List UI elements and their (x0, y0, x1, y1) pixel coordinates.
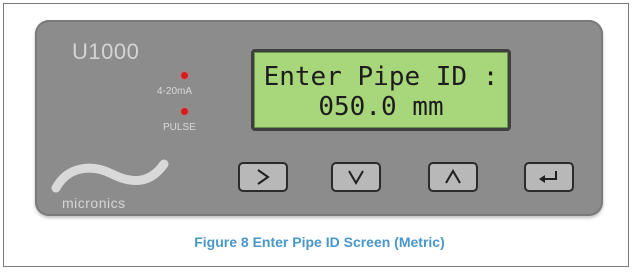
down-arrow-button[interactable] (331, 162, 381, 192)
figure-caption: Figure 8 Enter Pipe ID Screen (Metric) (194, 234, 445, 250)
enter-button[interactable] (524, 162, 574, 192)
right-arrow-button[interactable] (238, 162, 288, 192)
led-pulse (181, 108, 188, 115)
brand-label: micronics (62, 195, 126, 211)
chevron-right-icon (257, 169, 270, 185)
led-label-4-20ma: 4-20mA (157, 86, 193, 97)
led-4-20ma (181, 72, 188, 79)
lcd-display: Enter Pipe ID : 050.0 mm (251, 49, 511, 131)
enter-icon (539, 171, 557, 183)
up-arrow-button[interactable] (428, 162, 478, 192)
chevron-down-icon (348, 170, 364, 185)
micronics-logo-icon (51, 159, 169, 193)
model-label: U1000 (72, 39, 140, 64)
led-label-pulse: PULSE (163, 122, 196, 133)
chevron-up-icon (445, 169, 461, 184)
lcd-line-1: Enter Pipe ID : (263, 62, 499, 92)
lcd-line-2: 050.0 mm (318, 92, 444, 122)
